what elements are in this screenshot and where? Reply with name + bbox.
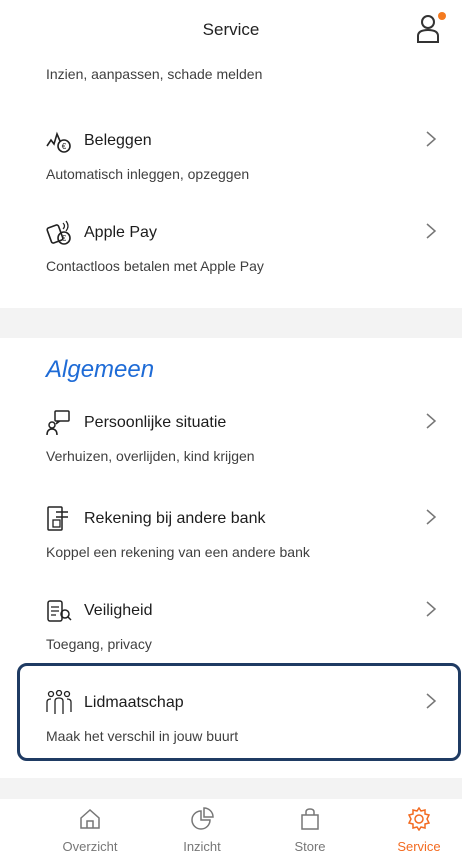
home-icon	[80, 808, 100, 829]
chevron-right-icon	[426, 413, 437, 429]
contactless-payment-icon: €	[46, 220, 71, 245]
list-item-rekening-andere-bank[interactable]: Rekening bij andere bank Koppel een reke…	[0, 506, 462, 596]
section-title: Algemeen	[46, 356, 155, 383]
page-title: Service	[202, 20, 260, 39]
tab-store[interactable]: Store	[260, 807, 360, 865]
chevron-right-icon	[426, 601, 437, 617]
section-divider	[0, 308, 462, 338]
tab-label: Store	[294, 839, 326, 854]
investment-icon: €	[46, 131, 71, 153]
list-item-title: Rekening bij andere bank	[84, 510, 266, 527]
profile-button[interactable]	[416, 12, 446, 44]
svg-text:€: €	[62, 142, 67, 151]
notification-dot	[438, 12, 446, 20]
list-item-subtitle: Koppel een rekening van een andere bank	[46, 544, 310, 560]
list-item-title: Apple Pay	[84, 224, 157, 241]
list-item-subtitle: Contactloos betalen met Apple Pay	[46, 258, 264, 274]
list-item-title: Persoonlijke situatie	[84, 414, 227, 431]
shopping-bag-icon	[301, 808, 319, 830]
list-item-apple-pay[interactable]: € Apple Pay Contactloos betalen met Appl…	[0, 220, 462, 310]
app-header: Service	[0, 0, 462, 62]
chevron-right-icon	[426, 131, 437, 147]
gear-icon	[407, 807, 431, 831]
tab-bar: Overzicht Inzicht Store Service	[0, 799, 462, 865]
tab-label: Service	[397, 839, 441, 854]
security-icon	[47, 600, 72, 622]
person-speech-icon	[46, 410, 70, 436]
tab-service[interactable]: Service	[369, 807, 462, 865]
list-item-beleggen[interactable]: € Beleggen Automatisch inleggen, opzegge…	[0, 128, 462, 218]
tab-overzicht[interactable]: Overzicht	[40, 807, 140, 865]
highlight-frame	[17, 663, 461, 761]
chevron-right-icon	[426, 223, 437, 239]
top-item-subtitle: Inzien, aanpassen, schade melden	[46, 66, 263, 82]
list-item-subtitle: Verhuizen, overlijden, kind krijgen	[46, 448, 255, 464]
pie-chart-icon	[191, 807, 214, 830]
list-item-subtitle: Automatisch inleggen, opzeggen	[46, 166, 250, 182]
list-item-subtitle: Toegang, privacy	[46, 636, 152, 652]
tab-inzicht[interactable]: Inzicht	[152, 807, 252, 865]
tab-label: Inzicht	[183, 839, 221, 854]
tab-label: Overzicht	[62, 839, 118, 854]
list-item-title: Beleggen	[84, 132, 152, 149]
bank-account-link-icon	[47, 506, 68, 531]
chevron-right-icon	[426, 509, 437, 525]
list-item-persoonlijke-situatie[interactable]: Persoonlijke situatie Verhuizen, overlij…	[0, 410, 462, 500]
svg-text:€: €	[62, 234, 67, 243]
list-item-title: Veiligheid	[84, 602, 153, 619]
